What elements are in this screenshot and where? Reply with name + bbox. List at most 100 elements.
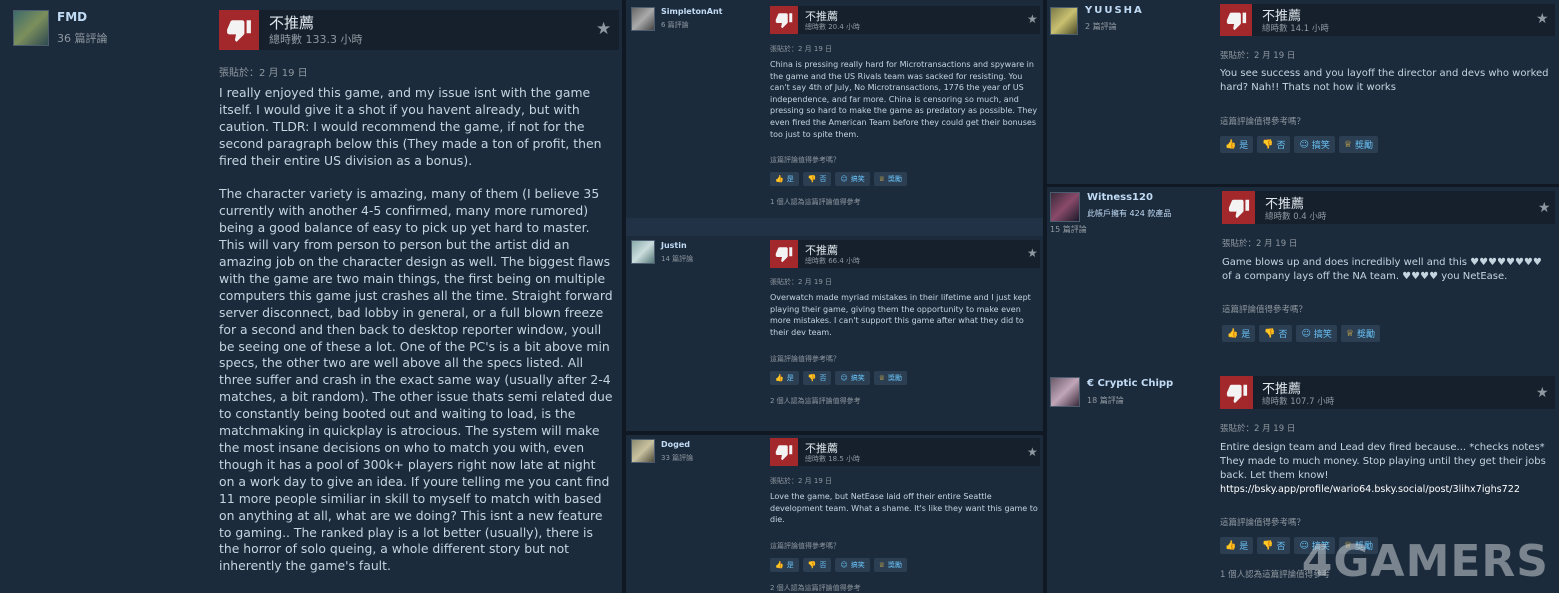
btn-label: 否 xyxy=(1276,542,1286,552)
vote-yes-button[interactable]: 👍 是 xyxy=(1220,537,1254,554)
smile-icon: ☺ xyxy=(840,561,848,569)
avatar[interactable] xyxy=(631,7,655,31)
btn-label: 獎勵 xyxy=(1354,141,1373,151)
review-count[interactable]: 15 篇評論 xyxy=(1050,224,1087,235)
vote-funny-button[interactable]: ☺ 搞笑 xyxy=(835,371,870,385)
review-paragraph: The character variety is amazing, many o… xyxy=(219,186,613,574)
helpful-count: 2 個人認為這篇評論值得參考 xyxy=(770,584,861,592)
vote-funny-button[interactable]: ☺ 搞笑 xyxy=(1294,136,1335,153)
thumb-down-icon: 👎 xyxy=(1264,328,1276,339)
smile-icon: ☺ xyxy=(840,175,848,183)
playtime: 總時數 133.3 小時 xyxy=(269,33,363,46)
thumb-up-icon: 👍 xyxy=(1225,540,1237,551)
helpful-count: 1 個人認為這篇評論值得參考 xyxy=(770,198,861,206)
vote-yes-button[interactable]: 👍 是 xyxy=(1220,136,1254,153)
helpful-question: 這篇評論值得參考嗎？ xyxy=(770,542,840,550)
btn-label: 搞笑 xyxy=(850,374,865,382)
vote-no-button[interactable]: 👎 否 xyxy=(1257,136,1291,153)
review-paragraph: I really enjoyed this game, and my issue… xyxy=(219,85,602,168)
vote-no-button[interactable]: 👎 否 xyxy=(802,371,832,385)
username[interactable]: FMD xyxy=(57,10,87,24)
avatar[interactable] xyxy=(13,10,49,46)
award-star-icon[interactable]: ★ xyxy=(1027,246,1038,260)
avatar[interactable] xyxy=(1050,7,1078,35)
vote-no-button[interactable]: 👎 否 xyxy=(1257,537,1291,554)
vote-buttons: 👍 是 👎 否 ☺ 搞笑 ♕ 獎勵 xyxy=(1222,325,1380,342)
award-button[interactable]: ♕ 獎勵 xyxy=(1340,325,1380,342)
review-paragraph: Love the game, but NetEase laid off thei… xyxy=(770,492,1038,525)
username[interactable]: € Cryptic Chipp xyxy=(1087,378,1173,389)
owned-products[interactable]: 此帳戶擁有 424 款產品 xyxy=(1087,208,1171,219)
review-paragraph: Overwatch made myriad mistakes in their … xyxy=(770,293,1031,337)
award-button[interactable]: ♕ 獎勵 xyxy=(1338,136,1378,153)
avatar[interactable] xyxy=(1050,377,1080,407)
username[interactable]: Doged xyxy=(661,440,690,449)
vote-buttons: 👍 是 👎 否 ☺ 搞笑 ♕ 獎勵 xyxy=(770,172,908,186)
vote-no-button[interactable]: 👎 否 xyxy=(1259,325,1293,342)
thumb-down-icon: 👎 xyxy=(1262,139,1274,150)
award-star-icon[interactable]: ★ xyxy=(1536,385,1549,401)
vote-yes-button[interactable]: 👍 是 xyxy=(770,172,799,186)
award-star-icon[interactable]: ★ xyxy=(1027,12,1038,26)
helpful-question: 這篇評論值得參考嗎？ xyxy=(1222,305,1308,315)
playtime: 總時數 107.7 小時 xyxy=(1262,397,1335,407)
vote-no-button[interactable]: 👎 否 xyxy=(802,558,832,572)
smile-icon: ☺ xyxy=(1299,139,1309,150)
vote-funny-button[interactable]: ☺ 搞笑 xyxy=(1296,325,1337,342)
thumb-down-icon: 👎 xyxy=(807,175,817,183)
playtime: 總時數 14.1 小時 xyxy=(1262,24,1329,34)
btn-label: 搞笑 xyxy=(1311,141,1330,151)
username[interactable]: SimpletonAnt xyxy=(661,7,722,16)
vote-funny-button[interactable]: ☺ 搞笑 xyxy=(835,558,870,572)
thumb-down-icon: 👎 xyxy=(1262,540,1274,551)
review-paragraph: China is pressing really hard for Microt… xyxy=(770,60,1038,139)
avatar[interactable] xyxy=(631,240,655,264)
vote-yes-button[interactable]: 👍 是 xyxy=(1222,325,1256,342)
btn-label: 否 xyxy=(819,561,827,569)
thumb-up-icon: 👍 xyxy=(1227,328,1239,339)
username[interactable]: Justin xyxy=(661,241,687,250)
vote-buttons: 👍 是 👎 否 ☺ 搞笑 ♕ 獎勵 xyxy=(770,371,908,385)
review-link[interactable]: https://bsky.app/profile/wario64.bsky.so… xyxy=(1220,483,1550,497)
award-button[interactable]: ♕ 獎勵 xyxy=(873,172,908,186)
helpful-question: 這篇評論值得參考嗎？ xyxy=(770,156,840,164)
award-icon: ♕ xyxy=(878,374,886,382)
btn-label: 是 xyxy=(1241,330,1251,340)
review-count[interactable]: 14 篇評論 xyxy=(661,254,693,264)
username[interactable]: Witness120 xyxy=(1087,192,1153,203)
btn-label: 獎勵 xyxy=(888,374,903,382)
review-paragraph: You see success and you layoff the direc… xyxy=(1220,68,1549,93)
vote-yes-button[interactable]: 👍 是 xyxy=(770,371,799,385)
btn-label: 獎勵 xyxy=(1356,330,1375,340)
posted-date: 張貼於：2 月 19 日 xyxy=(219,68,308,79)
vote-funny-button[interactable]: ☺ 搞笑 xyxy=(835,172,870,186)
avatar[interactable] xyxy=(1050,192,1080,222)
award-star-icon[interactable]: ★ xyxy=(1538,200,1551,216)
thumb-down-icon xyxy=(770,6,798,34)
vote-yes-button[interactable]: 👍 是 xyxy=(770,558,799,572)
award-icon: ♕ xyxy=(878,561,886,569)
panel-divider xyxy=(626,218,1043,236)
review-paragraph: Game blows up and does incredibly well a… xyxy=(1222,257,1542,282)
review-count[interactable]: 2 篇評論 xyxy=(1085,21,1117,32)
award-button[interactable]: ♕ 獎勵 xyxy=(873,558,908,572)
award-icon: ♕ xyxy=(1345,328,1354,339)
review-count[interactable]: 33 篇評論 xyxy=(661,453,693,463)
helpful-question: 這篇評論值得參考嗎？ xyxy=(1220,117,1306,127)
award-star-icon[interactable]: ★ xyxy=(596,19,611,39)
award-star-icon[interactable]: ★ xyxy=(1536,11,1549,27)
btn-label: 否 xyxy=(1278,330,1288,340)
vote-buttons: 👍 是 👎 否 ☺ 搞笑 ♕ 獎勵 xyxy=(1220,136,1378,153)
award-button[interactable]: ♕ 獎勵 xyxy=(873,371,908,385)
btn-label: 否 xyxy=(819,175,827,183)
btn-label: 是 xyxy=(786,561,794,569)
review-count[interactable]: 18 篇評論 xyxy=(1087,395,1124,406)
award-star-icon[interactable]: ★ xyxy=(1027,445,1038,459)
review-count[interactable]: 36 篇評論 xyxy=(57,30,108,46)
review-paragraph: Entire design team and Lead dev fired be… xyxy=(1220,442,1546,481)
review-body: You see success and you layoff the direc… xyxy=(1220,67,1550,95)
review-count[interactable]: 6 篇評論 xyxy=(661,20,689,30)
vote-no-button[interactable]: 👎 否 xyxy=(802,172,832,186)
username[interactable]: YUUSHA xyxy=(1085,5,1144,16)
avatar[interactable] xyxy=(631,439,655,463)
